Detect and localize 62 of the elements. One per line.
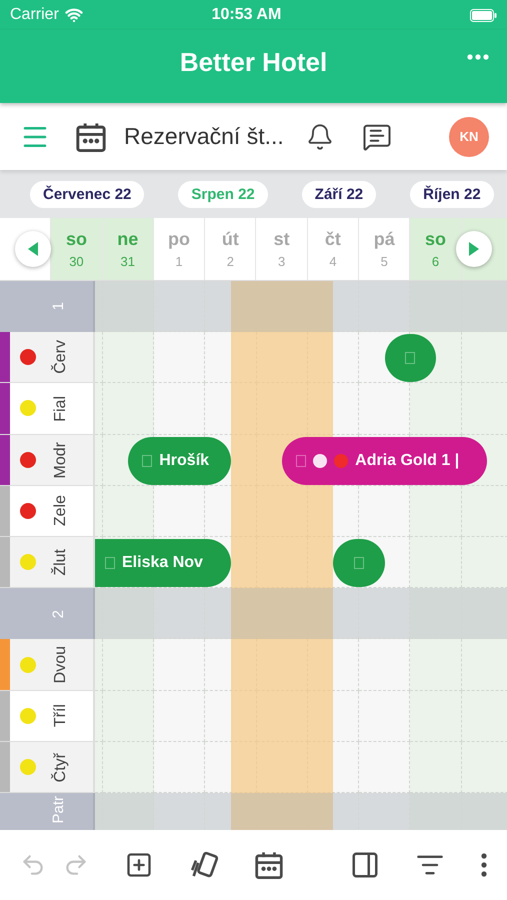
cards-button[interactable]	[190, 851, 218, 879]
right-triangle-icon	[469, 242, 479, 256]
weekday-label: so	[66, 229, 87, 250]
month-tab[interactable]: Září 22	[302, 180, 376, 208]
room-name: Červ	[52, 340, 70, 374]
group-label: Patr	[50, 796, 67, 824]
room-name: Žlut	[52, 549, 70, 576]
clock-time: 10:53 AM	[212, 6, 282, 24]
wifi-icon	[64, 6, 83, 24]
square-icon	[354, 557, 364, 570]
day-number: 3	[278, 254, 286, 269]
room-name: Tříl	[52, 704, 70, 728]
day-number: 4	[329, 254, 337, 269]
day-number: 5	[380, 254, 388, 269]
more-button[interactable]	[480, 853, 487, 877]
weekday-label: po	[168, 229, 190, 250]
calendar-icon	[76, 122, 106, 152]
weekday-label: st	[274, 229, 290, 250]
booking-bar[interactable]: Adria Gold 1 |	[282, 436, 488, 485]
day-number: 6	[432, 254, 440, 269]
add-icon	[125, 851, 154, 879]
day-number: 2	[226, 254, 234, 269]
month-tab[interactable]: Říjen 22	[410, 180, 494, 208]
square-icon	[296, 454, 306, 467]
user-avatar[interactable]: KN	[449, 116, 489, 156]
app-title: Better Hotel	[180, 47, 328, 78]
left-triangle-icon	[28, 242, 38, 256]
month-tab[interactable]: Srpen 22	[178, 180, 268, 208]
day-number: 31	[120, 254, 135, 269]
carrier-name: Carrier	[10, 6, 59, 24]
weekday-label: čt	[324, 229, 341, 250]
day-number: 30	[69, 254, 84, 269]
panel-icon	[350, 850, 380, 880]
group-label: 1	[50, 302, 67, 311]
room-name: Zele	[52, 495, 70, 527]
weekday-label: so	[425, 229, 446, 250]
room-name: Dvou	[52, 646, 70, 684]
booking-bar[interactable]: Eliska Nov	[95, 539, 231, 588]
weekday-label: ne	[117, 229, 138, 250]
more-icon	[480, 853, 487, 877]
battery-icon	[470, 8, 497, 22]
add-button[interactable]	[125, 851, 154, 879]
notifications-button[interactable]	[306, 122, 334, 150]
page-title: Rezervační št...	[124, 123, 284, 150]
calendar-button[interactable]	[76, 122, 106, 152]
cards-icon	[190, 851, 218, 879]
bell-icon	[306, 122, 334, 150]
room-name: Modr	[52, 442, 70, 478]
month-tab[interactable]: Červenec 22	[30, 180, 144, 208]
group-label: 2	[50, 610, 67, 618]
calendar-button[interactable]	[254, 851, 283, 879]
weekday-label: út	[222, 229, 239, 250]
calendar-icon	[254, 851, 283, 879]
room-name: Fial	[52, 396, 70, 422]
weekday-label: pá	[374, 229, 395, 250]
square-icon	[142, 454, 152, 467]
square-icon	[105, 557, 115, 570]
day-number: 1	[175, 254, 183, 269]
square-icon	[405, 352, 416, 364]
room-name: Čtyř	[52, 752, 70, 782]
panel-button[interactable]	[350, 850, 380, 880]
more-icon	[467, 54, 489, 60]
